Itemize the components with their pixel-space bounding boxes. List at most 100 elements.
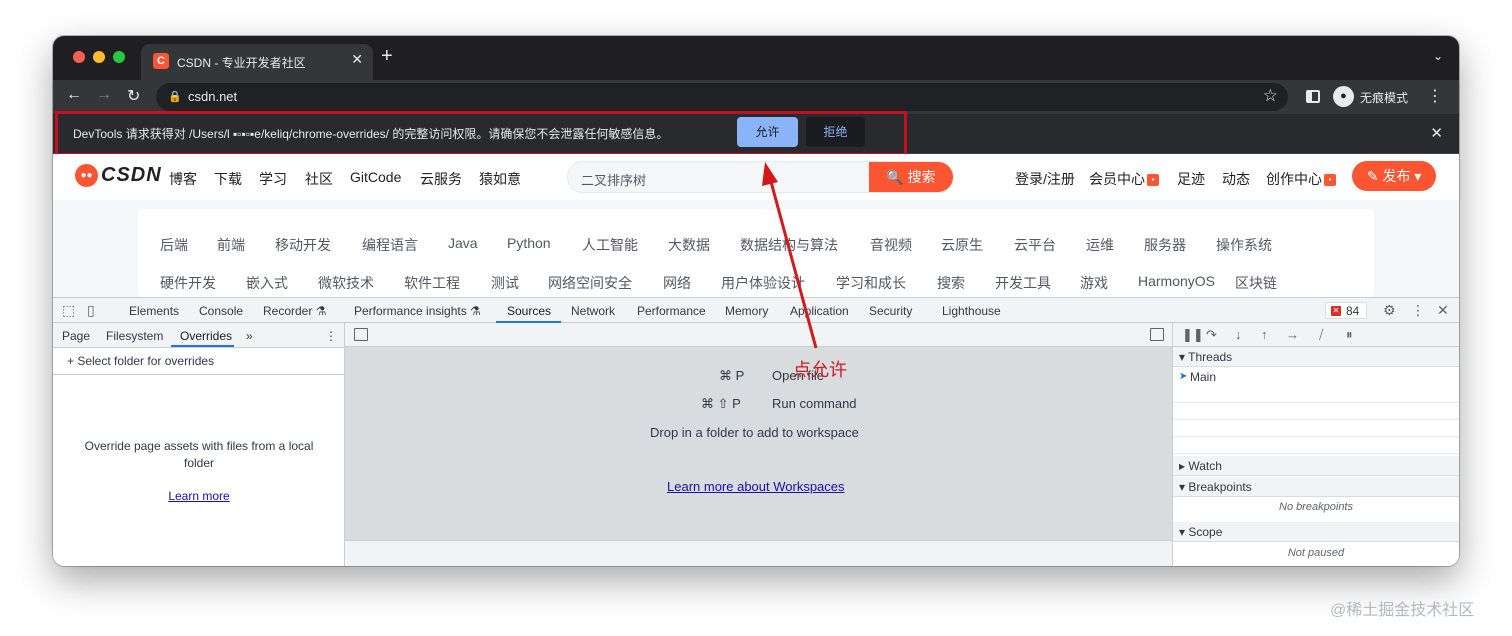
activity-link[interactable]: 动态: [1222, 169, 1250, 189]
scope-section-header[interactable]: ▾ Scope: [1173, 522, 1459, 542]
category-item[interactable]: 测试: [491, 273, 519, 293]
step-into-icon[interactable]: ↓: [1235, 327, 1242, 342]
tab-search-chevron-icon[interactable]: ⌄: [1433, 49, 1443, 63]
vip-center-link[interactable]: 会员中心 ▪: [1089, 169, 1159, 189]
category-item[interactable]: 硬件开发: [160, 273, 216, 293]
category-item[interactable]: 运维: [1086, 235, 1114, 255]
workspace-link[interactable]: Learn more about Workspaces: [667, 479, 845, 494]
tab-elements[interactable]: Elements: [129, 304, 179, 318]
threads-section-header[interactable]: ▾ Threads: [1173, 347, 1459, 367]
breakpoints-section-header[interactable]: ▾ Breakpoints: [1173, 477, 1459, 497]
incognito-profile-button[interactable]: ● 无痕模式: [1331, 84, 1427, 110]
pause-icon[interactable]: ❚❚: [1182, 327, 1204, 343]
bookmark-star-icon[interactable]: ☆: [1263, 86, 1278, 106]
nav-item-community[interactable]: 社区: [305, 169, 333, 189]
search-box[interactable]: 二叉排序树 🔍 搜索: [567, 161, 954, 193]
login-link[interactable]: 登录/注册: [1015, 169, 1075, 189]
learn-more-link[interactable]: Learn more: [53, 489, 345, 503]
tab-close-icon[interactable]: ✕: [351, 51, 363, 68]
devtools-close-icon[interactable]: ✕: [1437, 302, 1449, 319]
nav-item-yuanruyi[interactable]: 猿如意: [479, 169, 521, 189]
nav-item-cloud[interactable]: 云服务: [420, 169, 462, 189]
tab-page[interactable]: Page: [62, 329, 90, 343]
tab-performance[interactable]: Performance: [637, 304, 706, 318]
category-item[interactable]: 学习和成长: [836, 273, 906, 293]
search-input[interactable]: 二叉排序树: [581, 170, 646, 189]
back-arrow-icon[interactable]: ←: [66, 86, 82, 104]
minimize-window-button[interactable]: [93, 51, 105, 63]
category-item[interactable]: 服务器: [1144, 235, 1186, 255]
category-item[interactable]: 用户体验设计: [721, 273, 805, 293]
close-window-button[interactable]: [73, 51, 85, 63]
step-icon[interactable]: →: [1286, 327, 1299, 342]
address-bar[interactable]: 🔒 csdn.net ☆: [156, 83, 1288, 111]
category-item[interactable]: 开发工具: [995, 273, 1051, 293]
category-item[interactable]: 操作系统: [1216, 235, 1272, 255]
category-item[interactable]: Python: [507, 235, 551, 251]
devtools-menu-icon[interactable]: ⋮: [1411, 302, 1425, 319]
category-item[interactable]: 软件工程: [404, 273, 460, 293]
thread-item-main[interactable]: ➤ Main: [1173, 368, 1459, 386]
zoom-window-button[interactable]: [113, 51, 125, 63]
tab-network[interactable]: Network: [571, 304, 615, 318]
more-tabs-icon[interactable]: »: [246, 329, 253, 343]
category-item[interactable]: 前端: [217, 235, 245, 255]
tab-lighthouse[interactable]: Lighthouse: [942, 304, 1001, 318]
category-item[interactable]: 游戏: [1080, 273, 1108, 293]
tab-overrides[interactable]: Overrides: [180, 329, 232, 343]
tab-memory[interactable]: Memory: [725, 304, 768, 318]
category-item[interactable]: 人工智能: [582, 235, 638, 255]
forward-arrow-icon[interactable]: →: [96, 86, 112, 104]
deactivate-breakpoints-icon[interactable]: ⧸: [1319, 327, 1323, 343]
category-item[interactable]: Java: [448, 235, 478, 251]
category-item[interactable]: 网络: [663, 273, 691, 293]
infobar-close-icon[interactable]: ✕: [1430, 124, 1443, 142]
reload-icon[interactable]: ↻: [127, 86, 140, 106]
nav-item-learn[interactable]: 学习: [259, 169, 287, 189]
tab-sources[interactable]: Sources: [507, 304, 551, 318]
category-item[interactable]: 云原生: [941, 235, 983, 255]
category-item[interactable]: 后端: [160, 235, 188, 255]
category-item[interactable]: 数据结构与算法: [740, 235, 838, 255]
step-over-icon[interactable]: ↷: [1206, 327, 1217, 343]
inspect-element-icon[interactable]: ⬚: [62, 302, 75, 319]
csdn-logo[interactable]: ●● CSDN: [75, 163, 161, 189]
nav-item-download[interactable]: 下载: [214, 169, 242, 189]
error-counter-badge[interactable]: ✕ 84: [1325, 302, 1367, 319]
browser-tab[interactable]: C CSDN - 专业开发者社区 ✕: [141, 44, 373, 80]
device-toolbar-icon[interactable]: ▯: [87, 302, 95, 319]
tab-security[interactable]: Security: [869, 304, 912, 318]
tab-recorder[interactable]: Recorder ⚗: [263, 304, 326, 318]
tab-console[interactable]: Console: [199, 304, 243, 318]
category-item[interactable]: 网络空间安全: [548, 273, 632, 293]
nav-item-gitcode[interactable]: GitCode: [350, 169, 401, 185]
pause-on-exceptions-icon[interactable]: ⏸: [1346, 327, 1353, 343]
search-button[interactable]: 🔍 搜索: [869, 162, 953, 192]
category-item[interactable]: 云平台: [1014, 235, 1056, 255]
category-item[interactable]: 编程语言: [362, 235, 418, 255]
category-item[interactable]: 移动开发: [275, 235, 331, 255]
gear-icon[interactable]: ⚙: [1383, 302, 1396, 319]
toggle-debugger-icon[interactable]: [1150, 328, 1164, 341]
select-folder-button[interactable]: + Select folder for overrides: [67, 354, 214, 368]
category-item[interactable]: 搜索: [937, 273, 965, 293]
tab-performance-insights[interactable]: Performance insights ⚗: [354, 304, 481, 318]
tab-filesystem[interactable]: Filesystem: [106, 329, 163, 343]
deny-button[interactable]: 拒绝: [806, 117, 865, 147]
category-item[interactable]: HarmonyOS: [1138, 273, 1215, 289]
tab-application[interactable]: Application: [790, 304, 849, 318]
category-item[interactable]: 微软技术: [318, 273, 374, 293]
allow-button[interactable]: 允许: [737, 117, 798, 147]
watch-section-header[interactable]: ▸ Watch: [1173, 456, 1459, 476]
kebab-menu-icon[interactable]: ⋮: [1427, 86, 1443, 106]
new-tab-icon[interactable]: +: [381, 45, 393, 68]
creator-center-link[interactable]: 创作中心 ▪: [1266, 169, 1336, 189]
footprint-link[interactable]: 足迹: [1177, 169, 1205, 189]
publish-button[interactable]: ✎ 发布 ▾: [1352, 161, 1436, 191]
navigator-menu-icon[interactable]: ⋮: [325, 329, 337, 343]
category-item[interactable]: 大数据: [668, 235, 710, 255]
category-item[interactable]: 音视频: [870, 235, 912, 255]
toggle-navigator-icon[interactable]: [354, 328, 368, 341]
category-item[interactable]: 嵌入式: [246, 273, 288, 293]
category-item[interactable]: 区块链: [1235, 273, 1277, 293]
